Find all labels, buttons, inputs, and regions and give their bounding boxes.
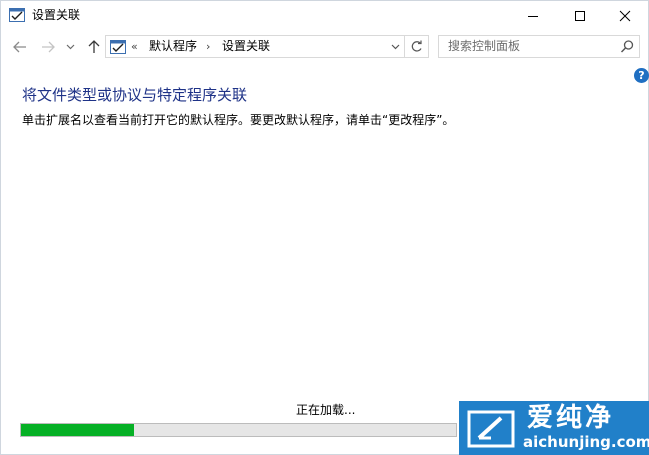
chevron-down-icon — [391, 44, 399, 50]
address-bar[interactable]: « 默认程序 › 设置关联 — [105, 35, 405, 58]
breadcrumb-separator[interactable]: › — [206, 39, 210, 54]
watermark-logo-icon — [467, 410, 515, 448]
navigation-bar: « 默认程序 › 设置关联 搜索控制面板 — [1, 30, 648, 64]
close-button[interactable] — [602, 1, 648, 30]
back-button[interactable] — [11, 38, 29, 56]
watermark: 爱纯净 aichunjing.com — [459, 401, 649, 455]
refresh-button[interactable] — [405, 35, 429, 58]
forward-button[interactable] — [39, 38, 57, 56]
watermark-url: aichunjing.com — [523, 433, 649, 451]
arrow-left-icon — [13, 41, 26, 53]
settings-window: 设置关联 « 默认程序 › 设置关联 搜索控制面板 ? 将文件类型或协议与特定程… — [0, 0, 649, 455]
search-placeholder[interactable]: 搜索控制面板 — [448, 39, 520, 54]
refresh-icon — [411, 40, 422, 52]
close-icon — [619, 10, 631, 21]
arrow-right-icon — [42, 41, 55, 53]
control-panel-icon — [110, 40, 126, 54]
title-bar[interactable]: 设置关联 — [1, 1, 648, 30]
breadcrumb-overflow-button[interactable]: « — [131, 39, 138, 54]
watermark-brand: 爱纯净 — [527, 403, 615, 433]
recent-locations-button[interactable] — [64, 38, 76, 56]
maximize-button[interactable] — [557, 1, 603, 30]
search-icon[interactable] — [619, 39, 635, 55]
help-button[interactable]: ? — [634, 68, 649, 83]
breadcrumb-set-associations[interactable]: 设置关联 — [222, 39, 270, 54]
page-description: 单击扩展名以查看当前打开它的默认程序。要更改默认程序，请单击“更改程序”。 — [22, 113, 455, 127]
search-box[interactable]: 搜索控制面板 — [438, 35, 640, 58]
minimize-button[interactable] — [510, 1, 556, 30]
up-button[interactable] — [85, 38, 103, 56]
loading-progress-bar — [20, 423, 457, 437]
loading-text: 正在加载... — [296, 403, 356, 417]
breadcrumb-default-programs[interactable]: 默认程序 — [149, 39, 197, 54]
arrow-up-icon — [88, 40, 100, 53]
chevron-down-icon — [66, 44, 74, 50]
page-title: 将文件类型或协议与特定程序关联 — [22, 86, 248, 104]
app-icon — [9, 8, 25, 22]
minimize-icon — [528, 15, 538, 17]
window-title: 设置关联 — [32, 8, 81, 22]
maximize-icon — [575, 10, 585, 21]
progress-fill — [21, 424, 135, 436]
address-dropdown-button[interactable] — [388, 40, 402, 54]
